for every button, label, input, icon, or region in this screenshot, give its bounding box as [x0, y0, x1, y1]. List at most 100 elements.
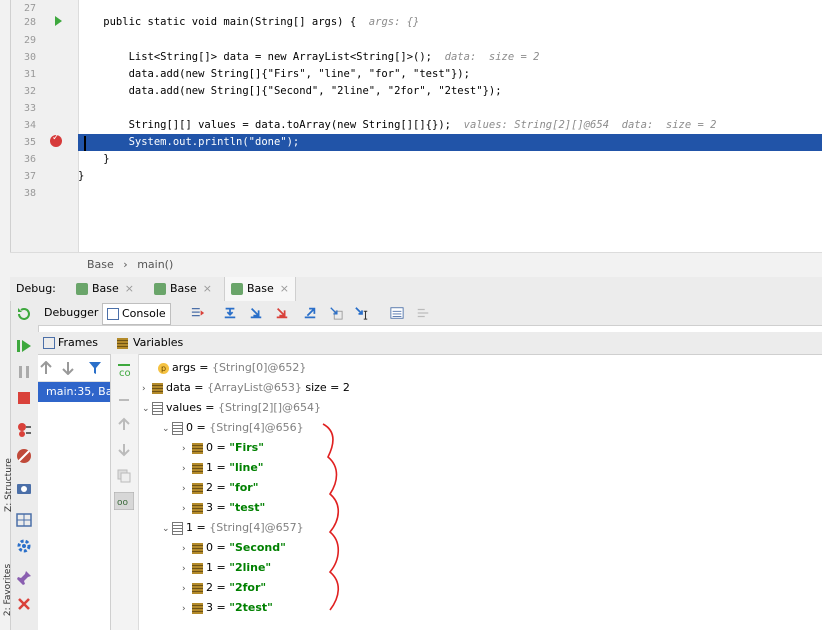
debug-tab-base-2[interactable]: Base × — [148, 277, 218, 301]
inline-hint: values: String[2][]@654 data: size = 2 — [450, 119, 717, 131]
frames-title: Frames — [58, 336, 99, 349]
array-element[interactable]: › 1 = "line" — [182, 458, 264, 478]
code-line-30: List<String[]> data = new ArrayList<Stri… — [78, 49, 822, 66]
tab-debugger[interactable]: Debugger — [40, 303, 102, 323]
chevron-right-icon[interactable]: › — [182, 439, 192, 459]
code-line-31: data.add(new String[]{"Firs", "line", "f… — [78, 66, 822, 83]
element-icon — [192, 542, 203, 554]
chevron-right-icon[interactable]: › — [182, 479, 192, 499]
var-values[interactable]: ⌄ values = {String[2][]@654} — [142, 398, 321, 418]
remove-watch-icon[interactable] — [116, 392, 132, 408]
camera-icon[interactable] — [16, 480, 32, 496]
chevron-right-icon[interactable]: › — [182, 599, 192, 619]
step-into-icon[interactable] — [249, 306, 263, 320]
field-icon — [152, 382, 163, 394]
variables-tree[interactable]: p args = {String[0]@652} › data = {ArrayLi… — [138, 358, 822, 630]
array-element[interactable]: › 2 = "for" — [182, 478, 258, 498]
element-icon — [192, 462, 203, 474]
var-values-1[interactable]: ⌄ 1 = {String[4]@657} — [162, 518, 304, 538]
chevron-right-icon[interactable]: › — [142, 379, 152, 399]
chevron-right-icon[interactable]: › — [182, 459, 192, 479]
array-icon — [152, 401, 163, 415]
element-icon — [192, 582, 203, 594]
step-over-icon[interactable] — [223, 306, 237, 320]
stop-icon[interactable] — [16, 390, 32, 406]
show-watches-icon[interactable]: oo — [114, 492, 134, 510]
pin-icon[interactable] — [16, 570, 32, 586]
console-icon — [107, 308, 119, 320]
chevron-right-icon[interactable]: › — [182, 539, 192, 559]
run-gutter-icon[interactable] — [55, 16, 62, 26]
arrow-down-icon[interactable] — [62, 361, 74, 375]
element-icon — [192, 602, 203, 614]
debug-tab-base-3[interactable]: Base × — [224, 277, 297, 301]
debugger-toolbar: Debugger Console — [38, 301, 822, 326]
frames-panel: Frames main:35, Base — [38, 332, 111, 630]
force-step-into-icon[interactable] — [275, 306, 289, 320]
move-down-icon[interactable] — [116, 442, 132, 458]
chevron-down-icon[interactable]: ⌄ — [142, 399, 152, 419]
close-icon[interactable]: × — [280, 282, 289, 295]
move-up-icon[interactable] — [116, 416, 132, 432]
breakpoint-icon[interactable] — [50, 133, 62, 147]
tab-console[interactable]: Console — [102, 303, 171, 325]
variables-title: Variables — [133, 336, 184, 349]
frames-toolbar — [38, 355, 110, 382]
close-icon[interactable]: × — [125, 282, 134, 295]
step-out-icon[interactable] — [303, 306, 317, 320]
code-text: } — [78, 153, 110, 165]
array-element[interactable]: › 3 = "test" — [182, 498, 265, 518]
array-element[interactable]: › 0 = "Second" — [182, 538, 286, 558]
breadcrumb-class[interactable]: Base — [87, 258, 114, 271]
view-breakpoints-icon[interactable] — [16, 422, 32, 438]
var-data[interactable]: › data = {ArrayList@653} size = 2 — [142, 378, 350, 398]
breadcrumb-method[interactable]: main() — [137, 258, 173, 271]
layout-icon[interactable] — [16, 512, 32, 528]
arrow-up-icon[interactable] — [40, 361, 52, 375]
array-element[interactable]: › 2 = "2for" — [182, 578, 266, 598]
drop-frame-icon[interactable] — [329, 306, 343, 320]
code-line-36: } — [78, 151, 822, 168]
inline-hint: data: size = 2 — [432, 51, 540, 63]
code-editor[interactable]: 27 28 29 30 31 32 33 34 35 36 37 38 publ… — [0, 0, 822, 252]
execution-line: System.out.println("done"); — [78, 134, 822, 151]
inline-hint: args: {} — [356, 16, 420, 28]
chevron-down-icon[interactable]: ⌄ — [162, 519, 172, 539]
rerun-icon[interactable] — [16, 306, 32, 322]
bug-icon — [154, 283, 166, 295]
bug-icon — [76, 283, 88, 295]
code-line-28: public static void main(String[] args) {… — [78, 14, 822, 31]
var-args[interactable]: p args = {String[0]@652} — [148, 358, 306, 378]
chevron-down-icon[interactable]: ⌄ — [162, 419, 172, 439]
chevron-right-icon[interactable]: › — [182, 499, 192, 519]
settings-icon[interactable] — [16, 538, 32, 554]
text-caret — [84, 136, 86, 151]
debug-side-toolbar — [11, 301, 39, 630]
close-icon[interactable]: × — [203, 282, 212, 295]
var-values-0[interactable]: ⌄ 0 = {String[4]@656} — [162, 418, 304, 438]
chevron-right-icon[interactable]: › — [182, 579, 192, 599]
array-element[interactable]: › 3 = "2test" — [182, 598, 273, 618]
close-icon[interactable] — [16, 596, 32, 612]
chevron-right-icon[interactable]: › — [182, 559, 192, 579]
editor-gutter[interactable]: 27 28 29 30 31 32 33 34 35 36 37 38 — [10, 0, 79, 252]
tab-label: Base — [92, 282, 119, 295]
pause-icon[interactable] — [16, 364, 32, 380]
debug-tab-base-1[interactable]: Base × — [70, 277, 140, 301]
array-element[interactable]: › 1 = "2line" — [182, 558, 271, 578]
run-to-cursor-icon[interactable] — [355, 306, 369, 320]
filter-icon[interactable] — [88, 361, 102, 375]
trace-icon[interactable] — [416, 306, 430, 320]
mute-breakpoints-icon[interactable] — [16, 448, 32, 464]
frames-icon — [43, 337, 55, 349]
parameter-icon: p — [158, 362, 169, 374]
variables-toolbar: co oo — [111, 354, 139, 630]
evaluate-expression-icon[interactable] — [390, 306, 404, 320]
array-element[interactable]: › 0 = "Firs" — [182, 438, 264, 458]
resume-icon[interactable] — [16, 338, 32, 354]
copy-icon[interactable] — [116, 468, 132, 484]
new-watch-icon[interactable]: co — [116, 362, 132, 378]
show-execution-point-icon[interactable] — [191, 306, 205, 320]
code-text: List<String[]> data = new ArrayList<Stri… — [78, 51, 433, 63]
frame-item[interactable]: main:35, Base — [38, 382, 110, 402]
